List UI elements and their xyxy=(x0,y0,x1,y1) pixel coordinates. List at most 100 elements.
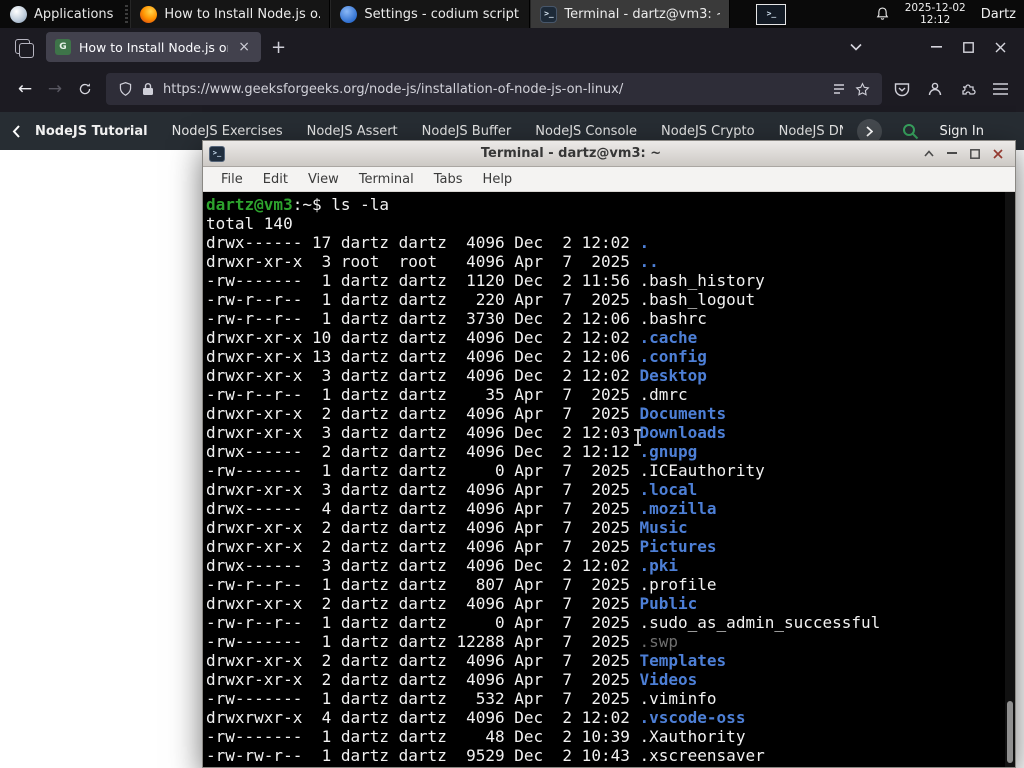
reload-button[interactable] xyxy=(70,74,100,104)
browser-minimize-button[interactable] xyxy=(920,34,952,60)
reader-view-icon[interactable] xyxy=(832,82,846,96)
taskbar-button[interactable]: Settings - codium script... xyxy=(330,0,531,28)
pocket-icon[interactable] xyxy=(894,82,910,97)
applications-menu-icon xyxy=(10,5,27,23)
terminal-menubar: File Edit View Terminal Tabs Help xyxy=(203,167,1015,192)
firefox-view-icon[interactable] xyxy=(12,36,34,58)
browser-tab[interactable]: G How to Install Node.js on × xyxy=(46,32,261,62)
terminal-app-icon: >_ xyxy=(209,145,225,162)
account-icon[interactable] xyxy=(927,81,943,97)
terminal-output-line: -rw------- 1 dartz dartz 1120 Dec 2 11:5… xyxy=(206,271,765,290)
browser-close-button[interactable] xyxy=(984,34,1016,60)
terminal-maximize-button[interactable] xyxy=(963,144,986,164)
terminal-output-line: drwxr-xr-x 13 dartz dartz 4096 Dec 2 12:… xyxy=(206,347,707,366)
site-search-icon[interactable] xyxy=(902,123,919,140)
terminal-output-line: drwx------ 3 dartz dartz 4096 Dec 2 12:0… xyxy=(206,556,679,575)
menu-item-terminal[interactable]: Terminal xyxy=(349,167,424,192)
terminal-output-line: drwx------ 2 dartz dartz 4096 Dec 2 12:1… xyxy=(206,442,698,461)
site-nav-link[interactable]: NodeJS DNS xyxy=(779,124,844,139)
terminal-prompt-line: dartz@vm3:~$ ls -la xyxy=(206,195,1001,214)
terminal-output-line: -rw-r--r-- 1 dartz dartz 220 Apr 7 2025 … xyxy=(206,290,756,309)
clock-time: 12:12 xyxy=(920,14,951,26)
tab-strip: G How to Install Node.js on × + xyxy=(0,28,1024,66)
window-controls xyxy=(840,34,1016,60)
taskbar-button-label: Terminal - dartz@vm3: ~ xyxy=(564,6,721,22)
browser-maximize-button[interactable] xyxy=(952,34,984,60)
settings-icon xyxy=(340,5,358,23)
site-favicon: G xyxy=(55,39,71,55)
back-button[interactable]: ← xyxy=(10,74,40,104)
forward-button[interactable]: → xyxy=(40,74,70,104)
terminal-output-line: drwxr-xr-x 2 dartz dartz 4096 Apr 7 2025… xyxy=(206,537,717,556)
menu-item-help[interactable]: Help xyxy=(473,167,523,192)
terminal-output-line: drwxr-xr-x 2 dartz dartz 4096 Apr 7 2025… xyxy=(206,651,727,670)
menu-item-file[interactable]: File xyxy=(211,167,253,192)
tracking-shield-icon[interactable] xyxy=(118,81,133,97)
taskbar: How to Install Node.js o... Settings - co… xyxy=(130,0,731,28)
notification-bell-icon[interactable] xyxy=(875,6,890,22)
terminal-screen[interactable]: dartz@vm3:~$ ls -la total 140 drwx------… xyxy=(203,192,1015,767)
lock-icon[interactable] xyxy=(142,82,154,96)
url-text: https://www.geeksforgeeks.org/node-js/in… xyxy=(163,81,624,97)
terminal-output-line: -rw------- 1 dartz dartz 12288 Apr 7 202… xyxy=(206,632,679,651)
terminal-minimize-button[interactable] xyxy=(940,144,963,164)
terminal-output-line: drwxrwxr-x 4 dartz dartz 4096 Dec 2 12:0… xyxy=(206,708,746,727)
extensions-icon[interactable] xyxy=(960,81,976,97)
session-user-label[interactable]: Dartz xyxy=(981,7,1016,22)
site-nav-scroll-left-icon[interactable] xyxy=(12,124,21,138)
sign-in-button[interactable]: Sign In xyxy=(939,124,984,139)
terminal-output-line: drwxr-xr-x 2 dartz dartz 4096 Apr 7 2025… xyxy=(206,594,698,613)
terminal-titlebar[interactable]: >_ Terminal - dartz@vm3: ~ xyxy=(203,141,1015,167)
terminal-icon: >_ xyxy=(540,5,558,23)
menu-hamburger-icon[interactable] xyxy=(993,83,1008,95)
browser-toolbar: ← → https://www.geeksforgeeks.org/node-j… xyxy=(0,66,1024,112)
taskbar-button[interactable]: >_ Terminal - dartz@vm3: ~ xyxy=(530,0,731,28)
desktop: Applications How to Install Node.js o...… xyxy=(0,0,1024,768)
menu-item-view[interactable]: View xyxy=(298,167,349,192)
terminal-output-line: drwxr-xr-x 3 dartz dartz 4096 Dec 2 12:0… xyxy=(206,366,707,385)
clock[interactable]: 2025-12-02 12:12 xyxy=(905,2,966,26)
terminal-output-line: drwxr-xr-x 2 dartz dartz 4096 Apr 7 2025… xyxy=(206,670,698,689)
taskbar-button-label: How to Install Node.js o... xyxy=(164,6,321,22)
prompt-suffix: :~$ xyxy=(292,195,332,214)
terminal-output-line: drwx------ 4 dartz dartz 4096 Apr 7 2025… xyxy=(206,499,717,518)
systray-terminal-icon[interactable]: >_ xyxy=(756,3,787,25)
menu-item-tabs[interactable]: Tabs xyxy=(424,167,473,192)
terminal-output-line: drwxr-xr-x 3 root root 4096 Apr 7 2025 .… xyxy=(206,252,659,271)
terminal-output-line: -rw------- 1 dartz dartz 0 Apr 7 2025 .I… xyxy=(206,461,765,480)
terminal-output-line: -rw-rw-r-- 1 dartz dartz 9529 Dec 2 10:4… xyxy=(206,746,765,765)
site-nav-link[interactable]: NodeJS Exercises xyxy=(172,124,283,139)
terminal-text: dartz@vm3:~$ ls -la total 140 drwx------… xyxy=(203,192,1015,765)
terminal-scrollbar[interactable] xyxy=(1005,192,1015,767)
new-tab-button[interactable]: + xyxy=(261,35,296,60)
tab-close-icon[interactable]: × xyxy=(236,39,252,55)
site-nav-link[interactable]: NodeJS Assert xyxy=(307,124,398,139)
site-nav-current[interactable]: NodeJS Tutorial xyxy=(35,124,148,139)
top-panel: Applications How to Install Node.js o...… xyxy=(0,0,1024,28)
terminal-close-button[interactable] xyxy=(986,144,1009,164)
bookmark-star-icon[interactable] xyxy=(855,81,870,97)
site-nav-link[interactable]: NodeJS Buffer xyxy=(422,124,512,139)
taskbar-button[interactable]: How to Install Node.js o... xyxy=(130,0,331,28)
terminal-output-line: drwx------ 17 dartz dartz 4096 Dec 2 12:… xyxy=(206,233,650,252)
site-nav-link[interactable]: NodeJS Console xyxy=(535,124,637,139)
toolbar-icons xyxy=(892,81,1014,97)
url-bar[interactable]: https://www.geeksforgeeks.org/node-js/in… xyxy=(106,73,882,105)
terminal-shade-button[interactable] xyxy=(917,144,940,164)
list-all-tabs-icon[interactable] xyxy=(840,34,872,60)
panel-right: 2025-12-02 12:12 Dartz xyxy=(875,0,1024,28)
terminal-output-line: drwxr-xr-x 3 dartz dartz 4096 Dec 2 12:0… xyxy=(206,423,727,442)
terminal-output-line: -rw------- 1 dartz dartz 532 Apr 7 2025 … xyxy=(206,689,717,708)
menu-item-edit[interactable]: Edit xyxy=(253,167,298,192)
terminal-title: Terminal - dartz@vm3: ~ xyxy=(480,146,662,161)
typed-command: ls -la xyxy=(331,195,390,214)
applications-menu-button[interactable]: Applications xyxy=(0,0,123,28)
site-nav-list: NodeJS Exercises NodeJS Assert NodeJS Buff… xyxy=(172,124,844,139)
terminal-scrollbar-thumb[interactable] xyxy=(1007,701,1013,763)
site-nav-link[interactable]: NodeJS Crypto xyxy=(661,124,755,139)
clock-date: 2025-12-02 xyxy=(904,2,966,14)
prompt-user-host: dartz@vm3 xyxy=(206,195,293,214)
terminal-output-line: drwxr-xr-x 10 dartz dartz 4096 Dec 2 12:… xyxy=(206,328,698,347)
terminal-output-line: -rw------- 1 dartz dartz 48 Dec 2 10:39 … xyxy=(206,727,746,746)
terminal-output-line: -rw-r--r-- 1 dartz dartz 0 Apr 7 2025 .s… xyxy=(206,613,881,632)
